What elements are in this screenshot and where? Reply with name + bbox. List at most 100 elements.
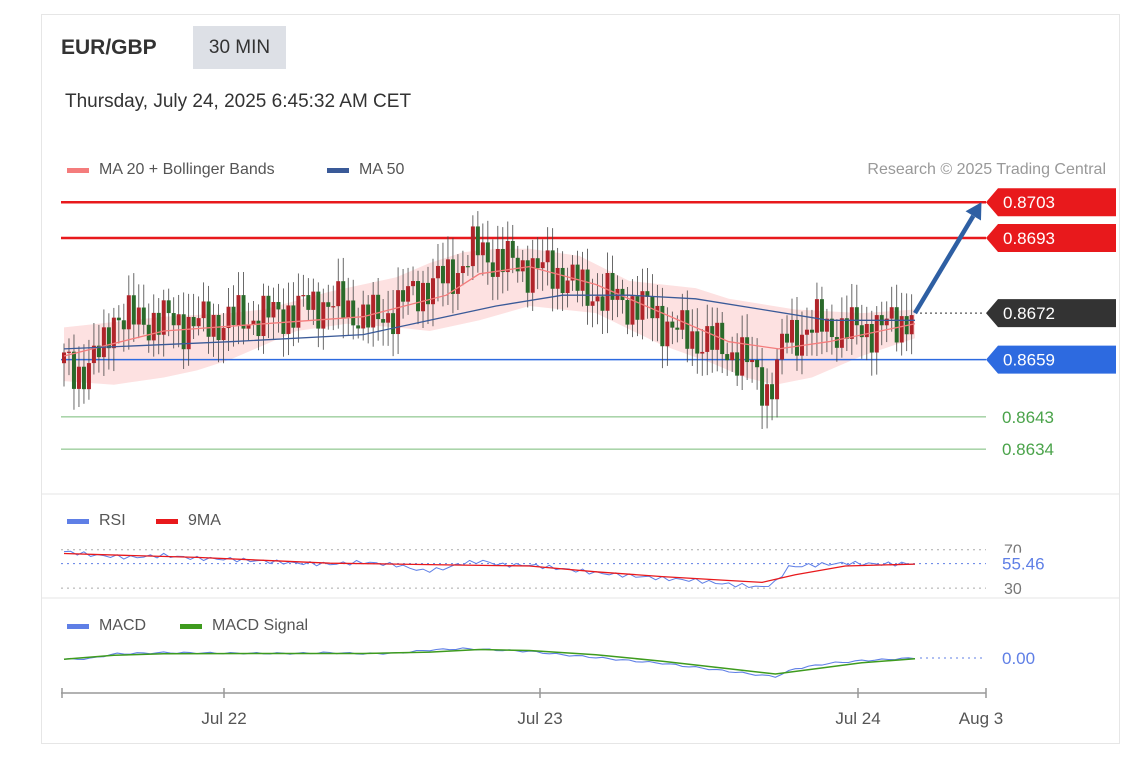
candle-body	[525, 260, 530, 293]
candle-body	[490, 262, 495, 277]
level-label-last-2: 0.8672	[1003, 304, 1055, 323]
candle-body	[690, 331, 695, 349]
candle-body	[625, 300, 630, 325]
candle-body	[341, 281, 346, 318]
candle-body	[794, 319, 799, 356]
candle-body	[600, 296, 605, 311]
candle-body	[455, 273, 460, 294]
candle-body	[480, 242, 485, 256]
level-label-support-5: 0.8634	[1002, 440, 1054, 459]
candle-body	[411, 281, 416, 287]
candle-body	[445, 259, 450, 284]
price-chart: 0.87030.86930.86720.86590.86430.86347030…	[42, 188, 1119, 728]
candle-body	[765, 384, 770, 406]
candle-body	[276, 302, 281, 310]
candle-body	[495, 249, 500, 277]
candle-body	[515, 257, 520, 272]
candle-body	[450, 259, 455, 294]
candle-body	[785, 333, 790, 343]
candle-body	[331, 306, 336, 308]
candle-body	[316, 291, 321, 329]
candle-body	[76, 366, 81, 389]
candle-body	[665, 321, 670, 347]
level-label-support-4: 0.8643	[1002, 408, 1054, 427]
candle-body	[356, 325, 361, 329]
candle-body	[505, 240, 510, 273]
candle-body	[211, 314, 216, 337]
candle-body	[550, 250, 555, 289]
candle-body	[146, 324, 151, 341]
candle-body	[201, 301, 206, 319]
candle-body	[191, 316, 196, 327]
x-axis-tick-label: Jul 23	[517, 709, 562, 728]
candle-body	[894, 307, 899, 343]
candle-body	[819, 299, 824, 332]
candle-body	[386, 313, 391, 323]
candle-body	[530, 258, 535, 293]
candle-body	[241, 295, 246, 329]
candle-body	[814, 299, 819, 333]
candle-body	[750, 359, 755, 363]
candle-body	[590, 301, 595, 306]
macd-value-label: 0.00	[1002, 649, 1035, 668]
candle-body	[206, 301, 211, 337]
candle-body	[770, 384, 775, 400]
candle-body	[585, 269, 590, 306]
candle-body	[226, 306, 231, 329]
candle-body	[510, 240, 515, 258]
candle-body	[371, 294, 376, 328]
candle-body	[675, 327, 680, 330]
candle-body	[760, 367, 765, 406]
candle-body	[291, 305, 296, 328]
candle-body	[136, 307, 141, 325]
candle-body	[465, 266, 470, 268]
candle-body	[221, 328, 226, 341]
candle-body	[416, 281, 421, 312]
candle-body	[301, 295, 306, 297]
candle-body	[116, 317, 121, 321]
candle-body	[336, 281, 341, 307]
macd-signal-line	[63, 648, 916, 675]
candle-body	[271, 302, 276, 318]
candle-body	[475, 226, 480, 256]
candle-body	[829, 318, 834, 338]
candle-body	[809, 329, 814, 333]
candle-body	[565, 280, 570, 294]
candle-body	[869, 324, 874, 353]
candle-body	[126, 295, 131, 330]
candle-body	[266, 295, 271, 318]
candle-body	[296, 295, 301, 328]
candle-body	[849, 307, 854, 339]
level-label-resistance-1: 0.8693	[1003, 229, 1055, 248]
candle-body	[755, 359, 760, 368]
x-axis-tick-label: Jul 22	[201, 709, 246, 728]
candle-body	[151, 312, 156, 341]
candle-body	[725, 354, 730, 361]
candle-body	[171, 313, 176, 326]
candle-body	[575, 264, 580, 291]
candle-body	[745, 337, 750, 363]
candle-body	[176, 314, 181, 326]
candle-body	[236, 295, 241, 326]
candle-body	[121, 320, 126, 330]
candle-body	[101, 327, 106, 358]
candle-body	[730, 352, 735, 361]
candle-body	[66, 351, 71, 353]
candle-body	[306, 295, 311, 310]
candle-body	[71, 351, 76, 389]
candle-body	[535, 258, 540, 269]
candle-body	[351, 300, 356, 326]
candle-body	[286, 305, 291, 334]
candle-body	[500, 249, 505, 273]
candle-body	[834, 337, 839, 348]
candle-body	[620, 288, 625, 301]
candle-body	[141, 307, 146, 325]
candle-body	[321, 302, 326, 329]
level-label-pivot-3: 0.8659	[1003, 351, 1055, 370]
candle-body	[440, 265, 445, 284]
candle-body	[520, 260, 525, 272]
candle-body	[605, 273, 610, 311]
candle-body	[186, 316, 191, 350]
candle-body	[381, 319, 386, 323]
candle-body	[864, 324, 869, 338]
